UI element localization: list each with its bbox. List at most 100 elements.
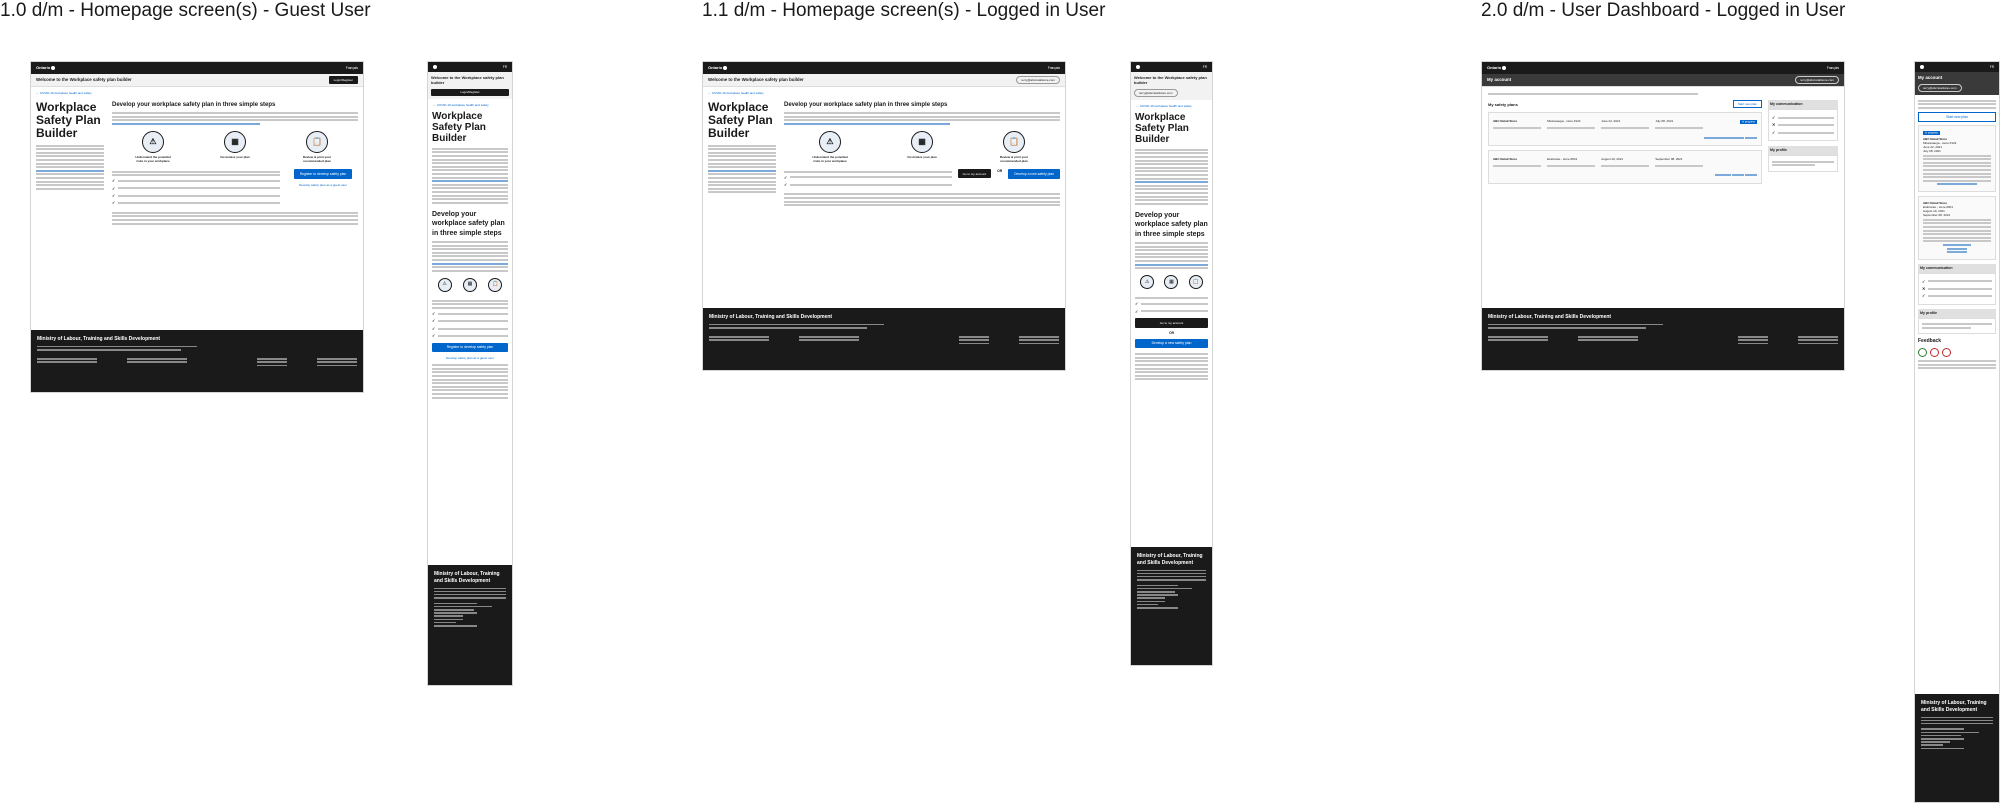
account-menu[interactable]: terry@abcretailstore.com	[1918, 83, 1962, 92]
check-icon: ✓	[1772, 115, 1776, 121]
clipboard-icon: 📋	[488, 277, 503, 292]
trillium-icon	[1502, 65, 1507, 70]
check-icon: ✓	[1922, 278, 1926, 284]
ontario-logo[interactable]	[1136, 65, 1140, 69]
step-customize: ▦ Customize your plan	[902, 130, 942, 159]
mobile-dashboard-frame: FR My account terry@abcretailstore.com S…	[1914, 61, 2000, 803]
section-title-logged: 1.1 d/m - Homepage screen(s) - Logged in…	[702, 0, 1106, 21]
go-account-button[interactable]: Go to my account	[957, 169, 992, 179]
footer-title: Ministry of Labour, Training and Skills …	[709, 314, 833, 320]
customize-icon: ▦	[462, 277, 477, 292]
register-plan-button[interactable]: Register to develop safety plan	[293, 169, 353, 179]
welcome-text: Welcome to the Workplace safety plan bui…	[1134, 75, 1207, 86]
desktop-logged-frame: Ontario Français Welcome to the Workplac…	[702, 61, 1066, 371]
section-title-guest: 1.0 d/m - Homepage screen(s) - Guest Use…	[0, 0, 371, 21]
start-plan-button[interactable]: Start new plan	[1918, 111, 1996, 123]
customize-icon: ▦	[911, 130, 933, 153]
trillium-icon	[433, 65, 437, 69]
or-separator: OR	[997, 169, 1003, 174]
plan-card: ABC Retail Store Mississauga - store #12…	[1488, 112, 1762, 147]
footer-title: Ministry of Labour, Training and Skills …	[1488, 314, 1612, 320]
step-risks: ⚠ Understand the potential risks in your …	[133, 130, 173, 163]
section-title-dashboard: 2.0 d/m - User Dashboard - Logged in Use…	[1481, 0, 1846, 21]
warning-icon: ⚠	[142, 130, 164, 153]
clipboard-icon: 📋	[1188, 275, 1203, 290]
steps-heading: Develop your workplace safety plan in th…	[432, 210, 505, 237]
welcome-text: Welcome to the Workplace safety plan bui…	[708, 77, 804, 83]
login-register-button[interactable]: Login/Register	[431, 88, 509, 96]
guest-plan-link[interactable]: Develop safety plan as a guest user	[288, 183, 358, 187]
login-register-button[interactable]: Login/Register	[328, 76, 358, 84]
account-menu[interactable]: terry@abcretailstore.com	[1795, 75, 1839, 85]
steps-heading: Develop your workplace safety plan in th…	[784, 102, 948, 109]
ontario-logo[interactable]	[433, 65, 437, 69]
start-plan-button[interactable]: Start new plan	[1732, 100, 1762, 109]
breadcrumb[interactable]: ← COVID-19 workplace health and safety	[428, 99, 512, 111]
trillium-icon	[723, 65, 728, 70]
new-plan-button[interactable]: Develop a new safety plan	[1008, 169, 1060, 179]
new-plan-button[interactable]: Develop a new safety plan	[1135, 338, 1208, 349]
account-menu[interactable]: terry@abcretailstore.com	[1134, 88, 1178, 97]
plan-card: ABC Retail Store Etobicoke - store #001 …	[1918, 195, 1996, 260]
go-account-button[interactable]: Go to my account	[1135, 318, 1208, 329]
francais-link[interactable]: Français	[1827, 66, 1839, 70]
welcome-bar: Welcome to the Workplace safety plan bui…	[703, 74, 1065, 87]
account-menu[interactable]: terry@abcretailstore.com	[1016, 75, 1060, 85]
customize-icon: ▦	[1164, 275, 1179, 290]
clipboard-icon: 📋	[306, 130, 328, 153]
account-bar: My account terry@abcretailstore.com	[1482, 74, 1844, 87]
breadcrumb[interactable]: ← COVID-19 workplace health and safety	[1131, 100, 1212, 112]
step-review: 📋 Review & print your recommended plan	[994, 130, 1034, 163]
francais-link[interactable]: Français	[1048, 66, 1060, 70]
footer: Ministry of Labour, Training and Skills …	[31, 330, 363, 392]
neutral-face-icon[interactable]	[1930, 348, 1939, 358]
plan-card: In progress ABC Retail Store Mississauga…	[1918, 125, 1996, 192]
step-review: 📋 Review & print your recommended plan	[297, 130, 337, 163]
footer-title: Ministry of Labour, Training and Skills …	[1921, 700, 1987, 713]
step-customize: ▦ Customize your plan	[215, 130, 255, 159]
close-icon: ✕	[1772, 122, 1776, 128]
my-account-title: My account	[1487, 77, 1512, 83]
desktop-guest-frame: Ontario Français Welcome to the Workplac…	[30, 61, 364, 393]
breadcrumb[interactable]: ← COVID-19 workplace health and safety	[703, 87, 1065, 99]
mobile-logged-frame: FR Welcome to the Workplace safety plan …	[1130, 61, 1213, 666]
my-profile-heading: My profile	[1918, 308, 1996, 318]
mobile-guest-frame: FR Welcome to the Workplace safety plan …	[427, 61, 513, 686]
ontario-logo[interactable]: Ontario	[36, 65, 56, 70]
check-icon: ✓	[432, 311, 436, 317]
check-icon: ✓	[432, 318, 436, 324]
warning-icon: ⚠	[819, 130, 841, 153]
warning-icon: ⚠	[437, 277, 452, 292]
check-icon: ✓	[1772, 129, 1776, 135]
plan-card: ABC Retail Store Etobicoke - store #001 …	[1488, 150, 1762, 184]
check-icon: ✓	[112, 185, 116, 191]
ontario-logo[interactable]	[1920, 65, 1924, 69]
welcome-bar: Welcome to the Workplace safety plan bui…	[31, 74, 363, 87]
footer: Ministry of Labour, Training and Skills …	[428, 565, 512, 685]
or-separator: OR	[1168, 331, 1175, 336]
check-icon: ✓	[432, 325, 436, 331]
footer: Ministry of Labour, Training and Skills …	[1915, 694, 1999, 802]
sad-face-icon[interactable]	[1942, 348, 1951, 358]
ontario-header: FR	[428, 62, 512, 72]
footer-title: Ministry of Labour, Training and Skills …	[1137, 553, 1203, 566]
ontario-logo[interactable]: Ontario	[708, 65, 728, 70]
my-plans-heading: My safety plans	[1488, 101, 1518, 107]
ontario-header: FR	[1131, 62, 1212, 72]
register-plan-button[interactable]: Register to develop safety plan	[432, 342, 508, 353]
check-icon: ✓	[112, 192, 116, 198]
my-communication-heading: My communication	[1918, 263, 1996, 273]
footer: Ministry of Labour, Training and Skills …	[1482, 308, 1844, 370]
francais-link[interactable]: Français	[346, 66, 358, 70]
check-icon: ✓	[112, 178, 116, 184]
happy-face-icon[interactable]	[1918, 348, 1927, 358]
my-profile-heading: My profile	[1768, 146, 1838, 156]
status-badge: In progress	[1923, 130, 1940, 135]
ontario-header: Ontario Français	[1482, 62, 1844, 74]
check-icon: ✓	[1135, 301, 1139, 307]
page-title: Workplace Safety Plan Builder	[432, 110, 486, 144]
ontario-logo[interactable]: Ontario	[1487, 65, 1507, 70]
breadcrumb[interactable]: ← COVID-19 workplace health and safety	[31, 87, 363, 99]
guest-plan-link[interactable]: Develop safety plan as a guest user	[432, 356, 508, 360]
ontario-header: Ontario Français	[31, 62, 363, 74]
